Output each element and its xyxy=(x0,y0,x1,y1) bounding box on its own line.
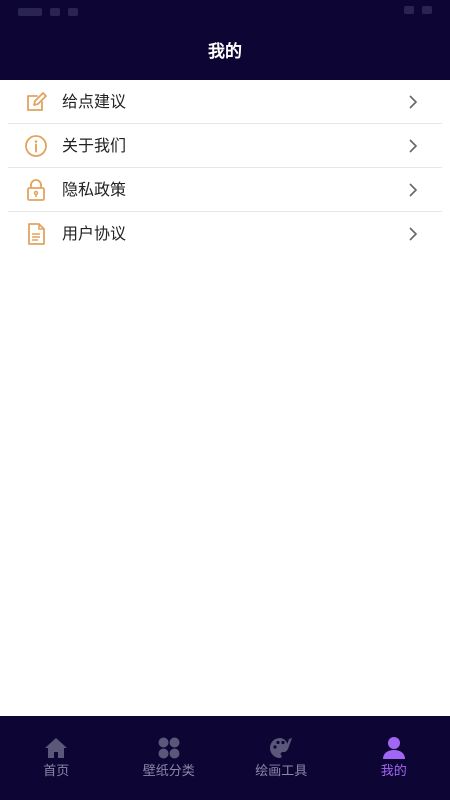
menu-item-label: 关于我们 xyxy=(62,136,127,155)
chevron-right-icon xyxy=(409,139,418,153)
edit-icon xyxy=(27,92,47,111)
menu-item-label: 隐私政策 xyxy=(62,180,127,199)
chevron-right-icon xyxy=(409,95,418,109)
tab-mine[interactable]: 我的 xyxy=(338,716,450,800)
tab-label: 首页 xyxy=(43,764,70,779)
menu-item-label: 给点建议 xyxy=(62,92,127,111)
document-icon xyxy=(28,223,45,245)
header-bar: 我的 xyxy=(0,0,450,80)
tab-label: 我的 xyxy=(380,764,407,779)
wifi-icon xyxy=(50,8,60,16)
status-time-placeholder xyxy=(18,8,42,16)
tab-wallpaper-categories[interactable]: 壁纸分类 xyxy=(113,716,226,800)
status-bar xyxy=(0,0,450,24)
grid-icon xyxy=(158,737,180,759)
tab-drawing-tools[interactable]: 绘画工具 xyxy=(225,716,338,800)
tab-label: 壁纸分类 xyxy=(142,764,195,779)
user-icon xyxy=(382,737,405,759)
tab-home[interactable]: 首页 xyxy=(0,716,113,800)
page-title: 我的 xyxy=(208,42,242,62)
home-icon xyxy=(45,738,68,758)
chevron-right-icon xyxy=(409,227,418,241)
menu-item-feedback[interactable]: 给点建议 xyxy=(0,80,450,124)
lock-icon xyxy=(27,179,45,201)
bottom-tab-bar: 首页 壁纸分类 绘画工具 我的 xyxy=(0,716,450,800)
tab-label: 绘画工具 xyxy=(255,764,308,779)
battery-icon xyxy=(422,6,432,14)
menu-item-about[interactable]: 关于我们 xyxy=(0,124,450,168)
status-bar-left xyxy=(18,6,98,18)
menu-item-user-agreement[interactable]: 用户协议 xyxy=(0,212,450,256)
menu-item-label: 用户协议 xyxy=(62,224,127,243)
network-icon xyxy=(404,6,414,14)
chevron-right-icon xyxy=(409,183,418,197)
settings-menu: 给点建议 关于我们 隐私政策 用户协议 xyxy=(0,80,450,256)
palette-icon xyxy=(270,738,293,758)
status-bar-right xyxy=(404,6,432,14)
signal-icon xyxy=(68,8,78,16)
menu-item-privacy[interactable]: 隐私政策 xyxy=(0,168,450,212)
info-icon xyxy=(25,135,47,157)
